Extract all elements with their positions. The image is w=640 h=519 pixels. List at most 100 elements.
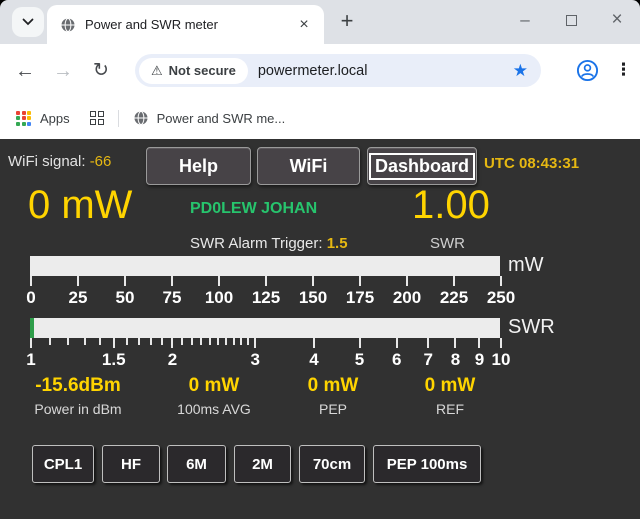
meter-fill [30, 318, 34, 338]
tick-mark [478, 338, 480, 348]
tick-mark [218, 276, 220, 286]
reload-icon[interactable]: ↻ [88, 58, 114, 84]
6m-button[interactable]: 6M [167, 445, 226, 483]
tick-mark [99, 338, 101, 345]
cpl1-button-label: CPL1 [44, 456, 82, 473]
back-icon[interactable]: ← [12, 58, 38, 84]
tick-mark [30, 276, 32, 286]
bookmarks-bar: Apps Power and SWR me... [0, 97, 640, 139]
pep-100ms-button[interactable]: PEP 100ms [373, 445, 481, 483]
swr-meter: 11.52345678910 [30, 318, 500, 370]
stat-ref: 0 mW REF [372, 375, 528, 417]
tick-mark [150, 338, 152, 345]
tick-mark [126, 338, 128, 345]
tick-mark [161, 338, 163, 345]
70cm-button[interactable]: 70cm [299, 445, 365, 483]
swr-alarm: SWR Alarm Trigger: 1.5 [190, 235, 348, 252]
tick-label: 25 [69, 288, 88, 308]
dashboard-button-label: Dashboard [371, 155, 473, 178]
wifi-signal-label: WiFi signal: [8, 153, 86, 170]
cpl1-button[interactable]: CPL1 [32, 445, 94, 483]
maximize-button[interactable] [548, 0, 594, 40]
page-content: WiFi signal: -66 Help WiFi Dashboard UTC… [0, 139, 640, 519]
stat-dbm: -15.6dBm Power in dBm [0, 375, 156, 417]
dashboard-button[interactable]: Dashboard [367, 147, 477, 185]
tick-mark [240, 338, 242, 345]
power-readout: 0 mW [28, 183, 132, 228]
address-bar[interactable]: ⚠ Not secure powermeter.local ★ [135, 54, 541, 87]
tick-label: 4 [309, 350, 318, 370]
tick-label: 150 [299, 288, 327, 308]
window-controls: – × [502, 0, 640, 40]
power-meter-bar [30, 256, 500, 276]
stat-dbm-caption: Power in dBm [0, 401, 156, 417]
stat-dbm-value: -15.6dBm [0, 375, 156, 397]
tick-label: 125 [252, 288, 280, 308]
tick-label: 1 [26, 350, 35, 370]
hf-button[interactable]: HF [102, 445, 160, 483]
tab-strip: Power and SWR meter × + – × [0, 0, 640, 44]
tick-mark [359, 338, 361, 348]
bookmark-item[interactable]: Power and SWR me... [157, 111, 286, 126]
tick-mark [171, 276, 173, 286]
tick-label: 10 [492, 350, 511, 370]
tick-mark [113, 338, 115, 348]
tick-label: 200 [393, 288, 421, 308]
tick-mark [77, 276, 79, 286]
window-close-button[interactable]: × [594, 0, 640, 40]
tick-mark [225, 338, 227, 345]
globe-icon [60, 17, 76, 33]
forward-icon: → [50, 58, 76, 84]
tick-label: 0 [26, 288, 35, 308]
tick-mark [124, 276, 126, 286]
tick-mark [265, 276, 267, 286]
tick-labels: 0255075100125150175200225250 [30, 288, 500, 308]
tick-mark [67, 338, 69, 345]
browser-window: Power and SWR meter × + – × ← → ↻ ⚠ Not … [0, 0, 640, 519]
power-meter-unit: mW [508, 254, 544, 277]
tick-mark [200, 338, 202, 345]
tab-search-button[interactable] [12, 7, 44, 37]
2m-button-label: 2M [252, 456, 273, 473]
minimize-button[interactable]: – [502, 0, 548, 40]
url-text[interactable]: powermeter.local [258, 63, 513, 79]
tick-mark [84, 338, 86, 345]
6m-button-label: 6M [186, 456, 207, 473]
tick-label: 7 [423, 350, 432, 370]
tab-close-icon[interactable]: × [294, 15, 314, 35]
swr-meter-bar [30, 318, 500, 338]
security-chip[interactable]: ⚠ Not secure [139, 58, 248, 84]
tick-label: 50 [116, 288, 135, 308]
70cm-button-label: 70cm [313, 456, 351, 473]
help-button-label: Help [179, 156, 218, 177]
wifi-button[interactable]: WiFi [257, 147, 360, 185]
profile-icon[interactable] [576, 59, 599, 87]
2m-button[interactable]: 2M [234, 445, 291, 483]
tick-mark [171, 338, 173, 348]
tick-mark [181, 338, 183, 345]
wifi-signal: WiFi signal: -66 [8, 153, 111, 170]
maximize-icon [566, 15, 577, 26]
utc-clock: UTC 08:43:31 [484, 155, 579, 172]
tick-mark [191, 338, 193, 345]
tick-label: 2 [168, 350, 177, 370]
tick-mark [427, 338, 429, 348]
tick-label: 3 [251, 350, 260, 370]
active-tab[interactable]: Power and SWR meter × [47, 5, 324, 44]
hf-button-label: HF [121, 456, 141, 473]
swr-meter-unit: SWR [508, 316, 555, 339]
menu-icon[interactable]: ⋮ [615, 57, 632, 83]
swr-alarm-label: SWR Alarm Trigger: [190, 235, 323, 252]
new-tab-button[interactable]: + [332, 8, 362, 36]
tick-label: 175 [346, 288, 374, 308]
warning-icon: ⚠ [151, 64, 163, 77]
tick-mark [30, 338, 32, 348]
bookmark-star-icon[interactable]: ★ [513, 61, 528, 81]
tick-mark [254, 338, 256, 348]
tick-mark [500, 338, 502, 348]
squares-grid-icon[interactable] [90, 111, 104, 125]
tick-mark [406, 276, 408, 286]
help-button[interactable]: Help [146, 147, 251, 185]
apps-grid-icon [16, 111, 31, 126]
apps-shortcut[interactable]: Apps [40, 111, 70, 126]
